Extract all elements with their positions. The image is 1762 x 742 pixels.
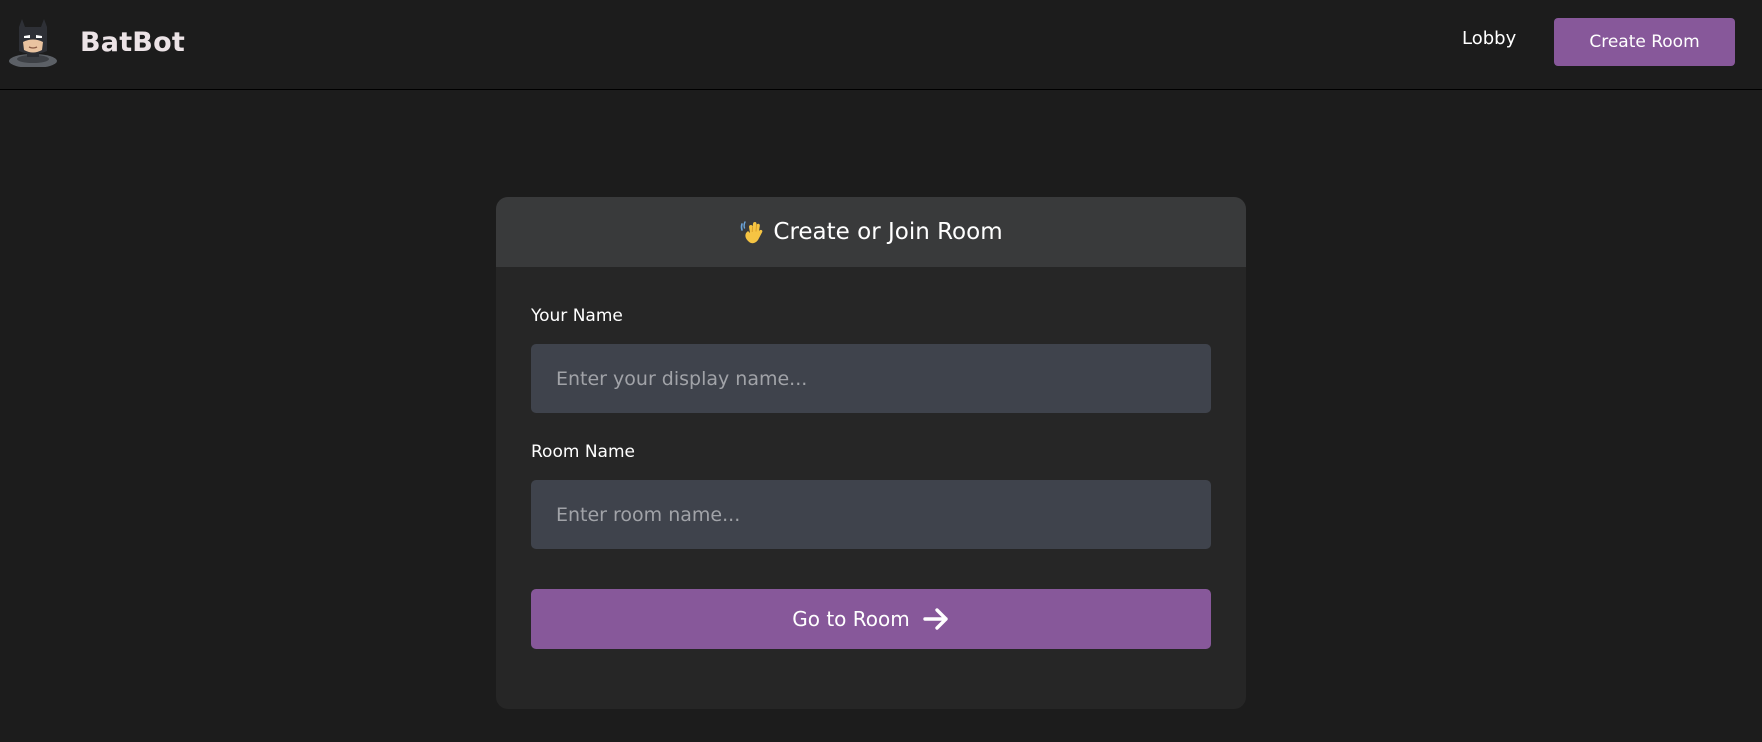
- go-to-room-label: Go to Room: [792, 607, 910, 631]
- top-navbar: BatBot Lobby Create Room: [0, 0, 1762, 90]
- waving-hand-icon: [741, 221, 763, 244]
- arrow-right-icon: [923, 608, 948, 630]
- go-to-room-button[interactable]: Go to Room: [531, 589, 1211, 649]
- batman-avatar-icon: [9, 19, 57, 67]
- brand-name: BatBot: [80, 26, 185, 58]
- card-title: Create or Join Room: [773, 219, 1003, 245]
- nav-lobby-link[interactable]: Lobby: [1462, 28, 1516, 49]
- create-join-room-card: Create or Join Room Your Name Room Name …: [496, 197, 1246, 709]
- display-name-input[interactable]: [531, 344, 1211, 413]
- your-name-label: Your Name: [531, 306, 623, 326]
- room-name-input[interactable]: [531, 480, 1211, 549]
- room-name-label: Room Name: [531, 442, 635, 462]
- create-room-button[interactable]: Create Room: [1554, 18, 1735, 66]
- card-header: Create or Join Room: [496, 197, 1246, 267]
- brand[interactable]: BatBot: [8, 17, 185, 67]
